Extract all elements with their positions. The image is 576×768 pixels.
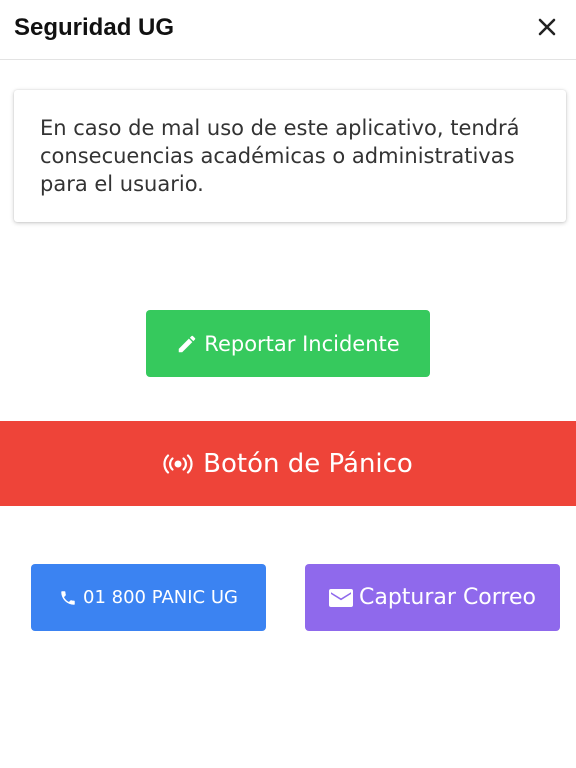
- phone-icon: [59, 589, 77, 607]
- pencil-icon: [176, 333, 198, 355]
- broadcast-icon: [163, 453, 193, 474]
- hotline-label: 01 800 PANIC UG: [83, 587, 238, 608]
- capture-email-button[interactable]: Capturar Correo: [305, 564, 560, 631]
- close-button[interactable]: [532, 12, 562, 42]
- page-title: Seguridad UG: [14, 14, 175, 41]
- close-icon: [538, 18, 556, 36]
- warning-text: En caso de mal uso de este aplicativo, t…: [40, 116, 520, 196]
- app-header: Seguridad UG: [0, 0, 576, 60]
- panic-button[interactable]: Botón de Pánico: [0, 421, 576, 506]
- call-hotline-button[interactable]: 01 800 PANIC UG: [31, 564, 266, 631]
- panic-button-label: Botón de Pánico: [203, 448, 413, 479]
- report-incident-button[interactable]: Reportar Incidente: [146, 310, 430, 377]
- warning-card: En caso de mal uso de este aplicativo, t…: [14, 90, 566, 222]
- report-incident-label: Reportar Incidente: [204, 331, 400, 356]
- capture-email-label: Capturar Correo: [359, 585, 536, 610]
- envelope-icon: [329, 588, 353, 608]
